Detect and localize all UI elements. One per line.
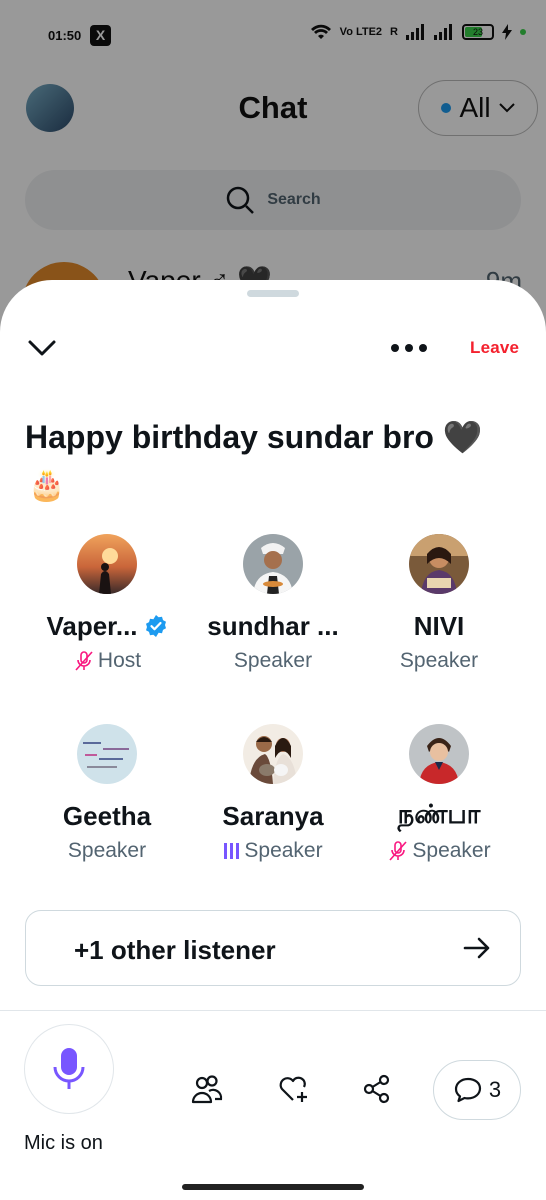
- space-title: Happy birthday sundar bro 🖤: [25, 419, 483, 455]
- comments-count: 3: [488, 1077, 502, 1102]
- space-sheet: Leave Happy birthday sundar bro 🖤 🎂 Vape…: [0, 280, 546, 1200]
- participant-speaker[interactable]: Geetha Speaker: [24, 724, 190, 864]
- mic-muted-icon: [389, 841, 407, 861]
- participant-role: Speaker: [244, 839, 323, 862]
- other-listeners-button[interactable]: +1 other listener: [25, 910, 521, 986]
- participant-speaker[interactable]: NIVI Speaker: [356, 534, 522, 674]
- mic-toggle-button[interactable]: [24, 1024, 114, 1114]
- heart-add-icon[interactable]: [276, 1072, 310, 1106]
- participant-name: NIVI: [413, 610, 465, 641]
- participant-avatar: [409, 724, 469, 784]
- participant-speaker[interactable]: நண்பா Speaker: [356, 724, 522, 864]
- participant-name: நண்பா: [397, 799, 481, 829]
- participant-avatar: [243, 534, 303, 594]
- bottom-divider: [0, 1010, 546, 1011]
- cake-emoji: 🎂: [28, 469, 66, 502]
- participant-host[interactable]: Vaper... Host: [24, 534, 190, 674]
- mic-status-label: Mic is on: [24, 1132, 103, 1154]
- comment-bubble-icon: [454, 1077, 481, 1103]
- home-indicator[interactable]: [182, 1184, 364, 1190]
- leave-button[interactable]: Leave: [470, 338, 519, 358]
- arrow-right-icon: [463, 937, 490, 959]
- participant-role: Speaker: [412, 839, 491, 862]
- participant-role: Speaker: [233, 649, 313, 672]
- mic-muted-icon: [75, 651, 93, 671]
- participant-role: Speaker: [67, 839, 147, 862]
- participant-name: Saranya: [222, 800, 324, 831]
- collapse-chevron-icon[interactable]: [26, 332, 58, 364]
- participant-avatar: [409, 534, 469, 594]
- participant-avatar: [77, 724, 137, 784]
- comments-button[interactable]: 3: [433, 1060, 521, 1120]
- participant-avatar: [77, 534, 137, 594]
- participant-name: Vaper...: [46, 610, 138, 641]
- participant-name: Geetha: [62, 800, 152, 831]
- participant-name: sundhar ...: [207, 610, 339, 641]
- share-icon[interactable]: [360, 1072, 394, 1106]
- participant-role: Host: [97, 649, 142, 672]
- participant-avatar: [243, 724, 303, 784]
- verified-badge-icon: [145, 615, 166, 637]
- more-options-icon[interactable]: [388, 334, 430, 362]
- other-listeners-label: +1 other listener: [74, 935, 276, 965]
- sheet-grabber[interactable]: [247, 290, 299, 297]
- participant-speaker[interactable]: sundhar ... Speaker: [190, 534, 356, 674]
- participant-role: Speaker: [399, 649, 479, 672]
- microphone-icon: [53, 1048, 85, 1089]
- speaking-indicator-icon: [224, 843, 240, 859]
- participant-speaker[interactable]: Saranya Speaker: [190, 724, 356, 864]
- people-icon[interactable]: [190, 1072, 224, 1106]
